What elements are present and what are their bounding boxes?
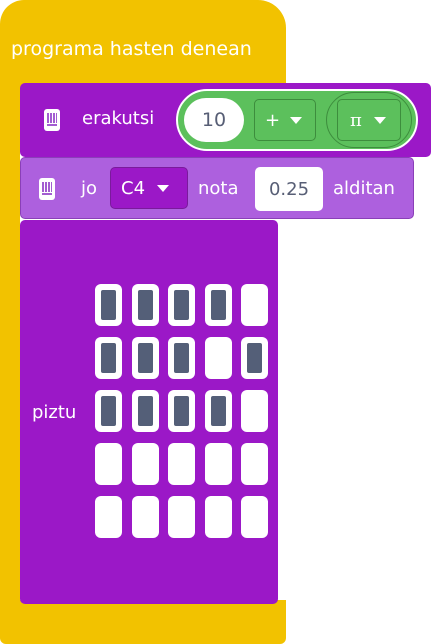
led-cell[interactable]: [168, 337, 195, 379]
operator-value: +: [265, 109, 281, 131]
led-cell[interactable]: [241, 496, 268, 538]
led-cell[interactable]: [168, 390, 195, 432]
on-start-hat-spine: [0, 80, 20, 610]
operator-dropdown[interactable]: +: [254, 99, 316, 141]
beats-label: alditan: [333, 178, 395, 199]
led-cell[interactable]: [204, 390, 232, 432]
microbit-icon: [39, 178, 55, 200]
play-tone-block[interactable]: jo nota alditan: [20, 157, 414, 219]
led-cell[interactable]: [204, 284, 232, 326]
hat-label: programa hasten denean: [11, 38, 252, 60]
led-cell[interactable]: [241, 337, 268, 379]
led-cell[interactable]: [95, 337, 122, 379]
note-dropdown[interactable]: C4: [110, 167, 188, 209]
led-cell[interactable]: [95, 443, 122, 485]
led-cell[interactable]: [204, 337, 232, 379]
duration-input[interactable]: 0.25: [255, 167, 323, 211]
show-number-label: erakutsi: [82, 108, 155, 129]
microbit-icon: [44, 109, 60, 131]
led-cell[interactable]: [95, 390, 122, 432]
chevron-down-icon: [290, 116, 303, 124]
led-cell[interactable]: [131, 496, 159, 538]
led-cell[interactable]: [168, 284, 195, 326]
led-cell[interactable]: [168, 496, 195, 538]
show-leds-label: piztu: [32, 402, 77, 423]
led-cell[interactable]: [204, 496, 232, 538]
led-cell[interactable]: [95, 284, 122, 326]
led-cell[interactable]: [131, 390, 159, 432]
led-cell[interactable]: [168, 443, 195, 485]
play-label: jo: [81, 178, 98, 199]
led-cell[interactable]: [131, 284, 159, 326]
led-cell[interactable]: [241, 443, 268, 485]
constant-value: π: [350, 109, 362, 131]
chevron-down-icon: [373, 116, 386, 124]
led-cell[interactable]: [241, 284, 268, 326]
led-cell[interactable]: [241, 390, 268, 432]
constant-dropdown[interactable]: π: [337, 99, 401, 141]
chevron-down-icon: [157, 184, 170, 192]
led-cell[interactable]: [131, 337, 159, 379]
led-cell[interactable]: [95, 496, 122, 538]
number-input[interactable]: 10: [184, 98, 244, 142]
note-value: C4: [121, 177, 146, 199]
note-label: nota: [198, 178, 239, 199]
led-cell[interactable]: [131, 443, 159, 485]
on-start-hat-bottom: [0, 600, 286, 644]
led-cell[interactable]: [204, 443, 232, 485]
